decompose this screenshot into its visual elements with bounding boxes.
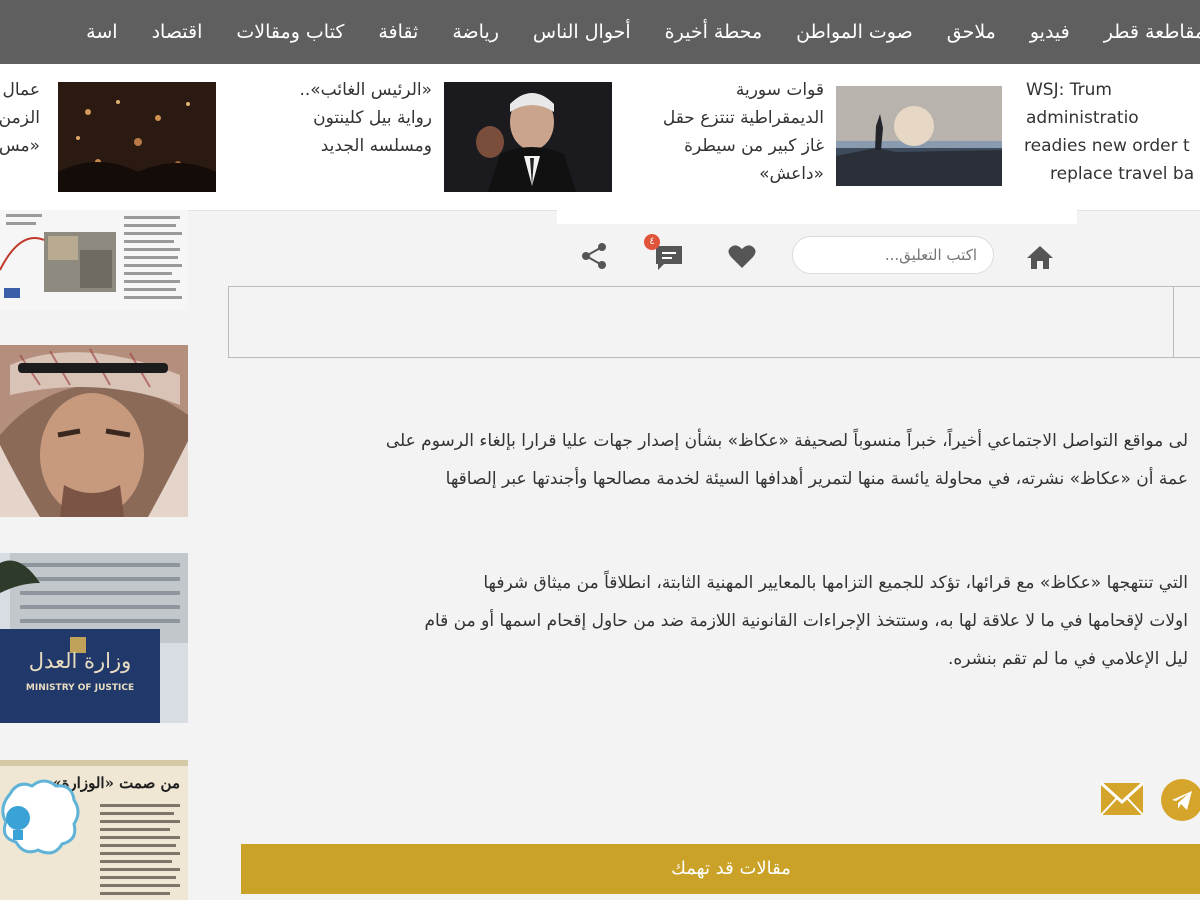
nav-item-video[interactable]: فيديو [1013,21,1087,43]
comment-input[interactable] [792,236,994,274]
envelope-icon [1099,781,1145,816]
nav-item-supplements[interactable]: ملاحق [930,21,1013,43]
nav-item-qatar-boycott[interactable]: مقاطعة قطر [1087,21,1200,43]
news-ticker: WSJ: Trum administratio readies new orde… [0,64,1200,211]
article-line: التي تنتهجها «عكاظ» مع قرائها، تؤكد للجم… [483,573,1188,593]
newspaper-clip-image [0,210,188,310]
nav-item-citizen-voice[interactable]: صوت المواطن [779,21,930,43]
nav-items: اسة اقتصاد كتاب ومقالات ثقافة رياضة أحوا… [69,0,1200,64]
ticker-line: عمال [2,80,40,100]
ticker-line: administratio [1026,108,1139,128]
article-paragraph-1: لى مواقع التواصل الاجتماعي أخيراً، خبراً… [386,422,1188,498]
article-line: عمة أن «عكاظ» نشرته، في محاولة يائسة منه… [445,469,1188,489]
ticker-line: WSJ: Trum [1026,80,1112,100]
main-nav: اسة اقتصاد كتاب ومقالات ثقافة رياضة أحوا… [0,0,1200,64]
lightbulb-icon [1,779,80,855]
nav-item-economy[interactable]: اقتصاد [135,21,220,43]
nav-item-sports[interactable]: رياضة [435,21,516,43]
share-button[interactable] [580,242,608,270]
nav-item-writers[interactable]: كتاب ومقالات [219,21,361,43]
article-line: ليل الإعلامي في ما لم تقم بنشره. [947,649,1188,669]
ticker-line: «مس [0,136,40,156]
email-share-button[interactable] [1099,781,1145,816]
telegram-icon [1161,779,1200,821]
ministry-sign-text: وزارة العدل [28,649,132,673]
article-paragraph-2: التي تنتهجها «عكاظ» مع قرائها، تؤكد للجم… [424,564,1188,678]
ticker-line: «داعش» [759,164,824,184]
comment-area[interactable] [228,286,1200,358]
columnist-photo [0,345,188,517]
ticker-line: ومسلسه الجديد [320,136,432,156]
ticker-line: replace travel ba [1050,164,1195,184]
telegram-share-button[interactable] [1160,778,1200,822]
ticker-line: رواية بيل كلينتون [313,108,432,128]
article-line: لى مواقع التواصل الاجتماعي أخيراً، خبراً… [385,431,1188,451]
sidebar-card-columnist[interactable] [0,345,188,517]
ticker-line: غاز كبير من سيطرة [684,136,824,156]
sidebar-card-newspaper[interactable] [0,210,188,310]
home-button[interactable] [1026,244,1054,270]
content-top-strip [557,210,1077,224]
ministry-building-photo [0,553,188,723]
tips-badge[interactable] [0,776,80,862]
comment-area-divider [1173,287,1174,357]
share-icon [582,243,606,269]
nav-item-people[interactable]: أحوال الناس [516,21,648,43]
crowd-night-thumbnail [58,82,216,192]
ticker-line: قوات سورية [735,80,824,100]
ticker-line: الزمن [0,108,40,128]
ticker-line: «الرئيس الغائب».. [299,80,432,100]
article-line: اولات لإقحامها في ما لا علاقة لها به، وس… [424,611,1188,631]
heart-icon [728,245,756,268]
ticker-line: readies new order t [1024,136,1190,156]
nav-item-culture[interactable]: ثقافة [361,21,435,43]
home-icon [1027,246,1053,269]
sunset-thumbnail [836,86,1002,186]
nav-item-politics[interactable]: اسة [69,21,134,43]
comment-count-badge: ٤ [644,234,660,250]
ministry-sign-text-en: MINISTRY OF JUSTICE [25,683,135,693]
ticker-item-wsj[interactable]: WSJ: Trum administratio readies new orde… [836,64,1200,210]
related-articles-banner[interactable]: مقالات قد تهمك [241,844,1200,894]
ticker-item-partial[interactable]: عمال الزمن «مس [0,64,44,210]
ticker-item-clinton[interactable]: «الرئيس الغائب».. رواية بيل كلينتون ومسل… [58,64,432,210]
nav-item-last-stop[interactable]: محطة أخيرة [648,21,779,43]
like-button[interactable] [728,244,756,270]
ticker-item-syria[interactable]: قوات سورية الديمقراطية تنتزع حقل غاز كبي… [444,64,824,210]
comments-button[interactable]: ٤ [644,234,684,272]
sidebar-card-ministry[interactable]: وزارة العدل MINISTRY OF JUSTICE [0,553,188,723]
ticker-line: الديمقراطية تنتزع حقل [662,108,824,128]
clinton-thumbnail [444,82,612,192]
